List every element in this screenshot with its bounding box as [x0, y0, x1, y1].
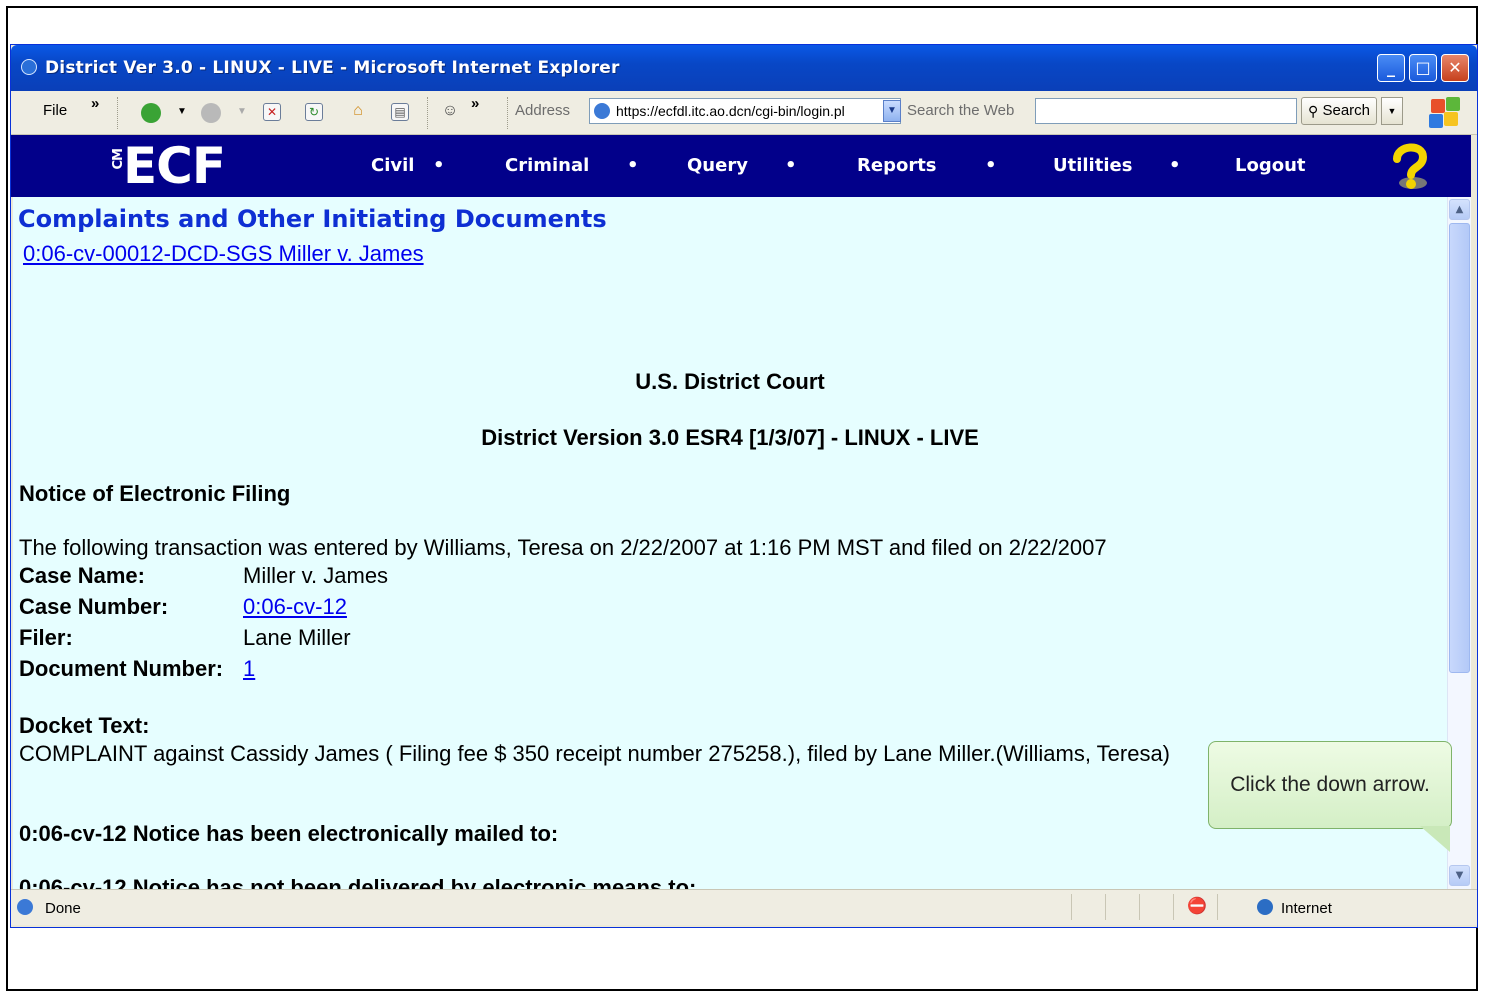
back-dropdown-icon[interactable]: ▼: [177, 106, 187, 117]
menu-logout[interactable]: Logout: [1235, 155, 1306, 176]
scroll-up-arrow-icon[interactable]: ▲: [1449, 199, 1470, 220]
case-name-value: Miller v. James: [243, 563, 389, 588]
title-bar: District Ver 3.0 - LINUX - LIVE - Micros…: [11, 45, 1477, 91]
toolbar-separator: [427, 97, 430, 129]
minimize-button[interactable]: _: [1377, 54, 1405, 82]
status-divider: [1173, 894, 1174, 920]
print-icon[interactable]: ▤: [391, 103, 409, 121]
browser-toolbar: File » ▼ ▼ ✕ ↻ ⌂ ▤ ☺ » Address https://e…: [11, 91, 1477, 135]
menu-utilities[interactable]: Utilities: [1053, 155, 1132, 176]
case-number-label: Case Number:: [19, 594, 169, 619]
page-heading: Complaints and Other Initiating Document…: [18, 205, 607, 233]
menu-criminal[interactable]: Criminal: [505, 155, 589, 176]
status-divider: [1105, 894, 1106, 920]
status-divider: [1217, 894, 1218, 920]
address-value: https://ecfdl.itc.ao.dcn/cgi-bin/login.p…: [616, 103, 845, 119]
home-icon[interactable]: ⌂: [349, 103, 367, 121]
forward-dropdown-icon[interactable]: ▼: [237, 106, 247, 117]
document-number-label: Document Number:: [19, 656, 224, 681]
court-version: District Version 3.0 ESR4 [1/3/07] - LIN…: [481, 425, 979, 450]
refresh-icon[interactable]: ↻: [305, 103, 323, 121]
search-button-label: Search: [1322, 102, 1370, 119]
status-bar: Done ⛔ Internet: [11, 889, 1477, 925]
search-web-label: Search the Web: [907, 102, 1015, 119]
menu-query[interactable]: Query: [687, 155, 748, 176]
maximize-button[interactable]: □: [1409, 54, 1437, 82]
ecf-navbar: CM ECF Civil • Criminal • Query • Report…: [11, 135, 1471, 197]
page-done-icon: [17, 899, 33, 915]
address-label: Address: [515, 102, 571, 119]
toolbar-chevron-icon[interactable]: »: [471, 95, 479, 112]
toolbar-separator: [507, 97, 510, 129]
case-number-link[interactable]: 0:06-cv-12: [243, 594, 347, 620]
menu-bullet: •: [785, 155, 797, 176]
transaction-text: The following transaction was entered by…: [19, 535, 1107, 560]
messenger-icon[interactable]: ☺: [441, 103, 459, 121]
court-name: U.S. District Court: [635, 369, 825, 394]
toolbar-separator: [117, 97, 120, 129]
ie-icon: [21, 59, 37, 75]
document-number-link[interactable]: 1: [243, 656, 255, 682]
not-delivered-notice: 0:06-cv-12 Notice has not been delivered…: [19, 875, 697, 889]
case-name-label: Case Name:: [19, 563, 145, 588]
case-link[interactable]: 0:06-cv-00012-DCD-SGS Miller v. James: [23, 241, 424, 267]
menu-bullet: •: [1169, 155, 1181, 176]
window-title: District Ver 3.0 - LINUX - LIVE - Micros…: [45, 58, 620, 78]
address-dropdown-icon[interactable]: ▼: [883, 100, 901, 122]
status-divider: [1071, 894, 1072, 920]
scroll-down-arrow-icon[interactable]: ▼: [1449, 865, 1470, 886]
filer-value: Lane Miller: [243, 625, 351, 650]
windows-logo-icon: [1429, 97, 1461, 129]
stop-icon[interactable]: ✕: [263, 103, 281, 121]
menu-reports[interactable]: Reports: [857, 155, 937, 176]
status-text: Done: [45, 900, 81, 917]
search-button[interactable]: ⚲ Search: [1301, 97, 1377, 125]
menu-civil[interactable]: Civil: [371, 155, 414, 176]
search-dropdown-icon[interactable]: ▼: [1381, 97, 1403, 125]
ecf-logo: ECF: [123, 137, 226, 195]
menu-chevron-icon[interactable]: »: [91, 95, 99, 112]
help-question-icon[interactable]: [1383, 139, 1437, 193]
menu-bullet: •: [627, 155, 639, 176]
menu-bullet: •: [985, 155, 997, 176]
notice-title: Notice of Electronic Filing: [19, 481, 291, 506]
close-button[interactable]: ✕: [1441, 54, 1469, 82]
page-icon: [594, 103, 610, 119]
forward-icon[interactable]: [201, 103, 221, 123]
filer-label: Filer:: [19, 625, 73, 650]
menu-bullet: •: [433, 155, 445, 176]
internet-globe-icon: [1257, 899, 1273, 915]
magnifier-icon: ⚲: [1308, 103, 1319, 119]
docket-text-label: Docket Text:: [19, 713, 150, 738]
search-input[interactable]: [1035, 98, 1297, 124]
mailed-notice: 0:06-cv-12 Notice has been electronicall…: [19, 821, 559, 846]
address-field[interactable]: https://ecfdl.itc.ao.dcn/cgi-bin/login.p…: [589, 98, 901, 124]
security-zone: Internet: [1281, 900, 1332, 917]
scrollbar-thumb[interactable]: [1449, 223, 1470, 673]
file-menu[interactable]: File: [43, 102, 67, 119]
callout-tail: [1420, 826, 1450, 852]
status-divider: [1139, 894, 1140, 920]
docket-text: COMPLAINT against Cassidy James ( Filing…: [19, 741, 1171, 766]
back-icon[interactable]: [141, 103, 161, 123]
privacy-blocked-icon[interactable]: ⛔: [1187, 896, 1207, 916]
tutorial-callout: Click the down arrow.: [1208, 741, 1452, 829]
